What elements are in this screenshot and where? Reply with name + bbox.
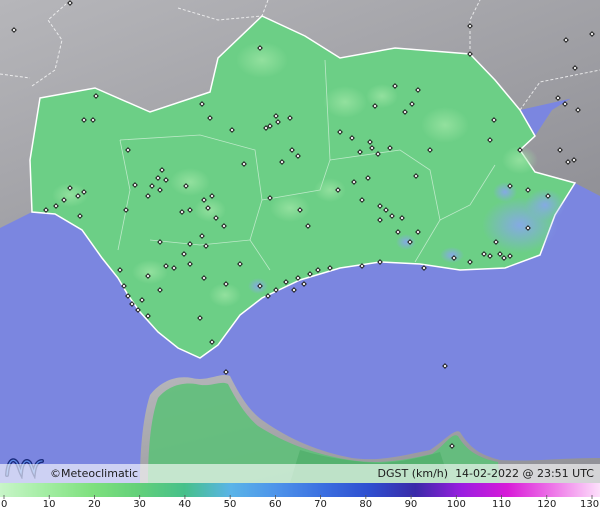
scale-tick-label: 80 xyxy=(359,499,373,510)
copyright-symbol: © xyxy=(50,467,61,480)
wind-gust-map xyxy=(0,0,600,483)
credit-text: ©Meteoclimatic xyxy=(50,466,138,481)
scale-tick-label: 0 xyxy=(1,499,8,510)
scale-tick-label: 50 xyxy=(223,499,237,510)
scale-tick-label: 30 xyxy=(133,499,146,510)
variable-label: DGST (km/h) xyxy=(377,467,449,480)
scale-tick-label: 130 xyxy=(580,499,600,510)
scale-tick-label: 40 xyxy=(178,499,192,510)
map-caption: DGST (km/h) 14-02-2022 @ 23:51 UTC xyxy=(378,466,594,481)
scale-tick-label: 70 xyxy=(314,499,327,510)
scale-tick-label: 100 xyxy=(446,499,466,510)
scale-tick-label: 110 xyxy=(492,499,512,510)
scale-tick-label: 120 xyxy=(537,499,557,510)
scale-tick-label: 20 xyxy=(87,499,101,510)
credit-name: Meteoclimatic xyxy=(61,467,139,480)
scale-tick-label: 10 xyxy=(42,499,56,510)
scale-tick-label: 90 xyxy=(404,499,418,510)
scale-tick-label: 60 xyxy=(268,499,282,510)
datetime-label: 14-02-2022 @ 23:51 UTC xyxy=(455,467,594,480)
color-scale-bar xyxy=(0,483,600,497)
